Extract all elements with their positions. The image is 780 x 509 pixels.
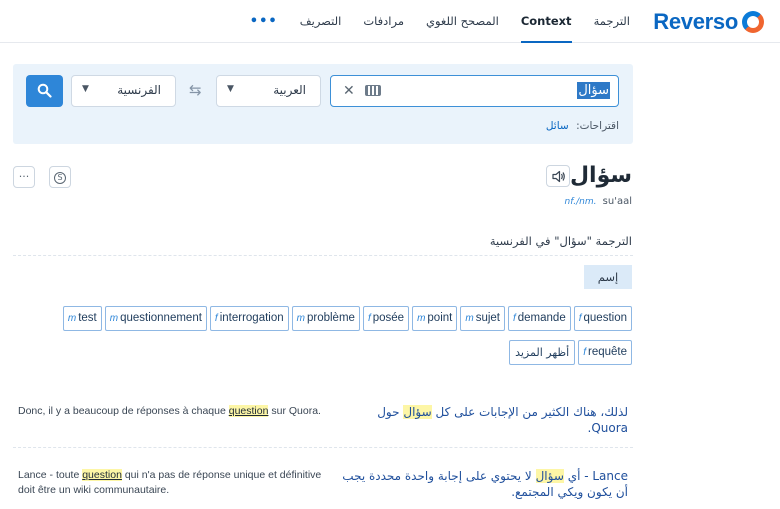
gender-tag: f [512, 313, 516, 324]
speaker-icon [552, 170, 565, 183]
target-language-label: الفرنسية [117, 83, 161, 97]
nav-conjugation[interactable]: التصريف [300, 0, 342, 43]
example-highlight[interactable]: question [228, 405, 269, 417]
gender-tag: m [417, 313, 426, 324]
gender-tag: f [578, 313, 582, 324]
search-button[interactable] [26, 75, 63, 107]
example-highlight: سؤال [535, 469, 564, 483]
clear-icon[interactable]: ✕ [343, 82, 355, 100]
example-translation: Lance - أي سؤال لا يحتوي على إجابة واحدة… [338, 468, 628, 500]
gender-tag: f [214, 313, 218, 324]
reverso-logo[interactable]: Reverso [653, 9, 764, 35]
translation-word: test [78, 312, 97, 324]
gender-tag: m [67, 313, 77, 324]
nav-context[interactable]: Context [520, 0, 572, 43]
example-highlight[interactable]: question [82, 469, 122, 481]
example-row: Donc, il y a beaucoup de réponses à chaq… [13, 400, 633, 448]
translation-word: posée [372, 312, 405, 324]
keyboard-icon[interactable] [365, 85, 381, 96]
part-of-speech-tag: nf./nm. [564, 197, 597, 207]
translations-row: f requête أظهر المزيد [509, 340, 632, 365]
translation-word: requête [587, 346, 627, 358]
suggestion-link[interactable]: سائل [546, 120, 569, 132]
example-source: Lance - toute question qui n'a pas de ré… [18, 468, 338, 498]
example-text: Donc, il y a beaucoup de réponses à chaq… [18, 405, 229, 417]
suggestions: اقتراحات: سائل [546, 120, 619, 132]
translation-chip[interactable]: m sujet [460, 306, 505, 331]
translation-word: problème [306, 312, 355, 324]
pos-badge[interactable]: إسم [584, 265, 632, 289]
reverso-logo-icon [742, 11, 764, 33]
more-options-button[interactable]: ··· [13, 166, 35, 188]
example-text: لذلك، هناك الكثير من الإجابات على كل [431, 405, 628, 419]
translation-chip[interactable]: m problème [291, 306, 360, 331]
nav-translation[interactable]: الترجمة [594, 0, 630, 43]
translation-chip[interactable]: f posée [362, 306, 410, 331]
top-bar: Reverso الترجمة Context المصحح اللغوي مر… [0, 0, 780, 43]
example-translation: لذلك، هناك الكثير من الإجابات على كل سؤا… [338, 404, 628, 436]
translation-chip[interactable]: m point [412, 306, 458, 331]
phonetic: nf./nm. su'aal [565, 196, 632, 207]
translation-chip[interactable]: m test [62, 306, 102, 331]
search-icon [37, 83, 52, 98]
search-panel: سؤال ✕ العربية ▼ ⇆ الفرنسية ▼ اقتراحات: … [13, 64, 633, 144]
translations-row: f question f demande m sujet m point f posée … [62, 306, 632, 331]
gender-tag: f [367, 313, 371, 324]
source-language-label: العربية [273, 83, 306, 97]
example-highlight: سؤال [403, 405, 432, 419]
translation-chip[interactable]: m questionnement [104, 306, 207, 331]
translation-word: demande [517, 312, 566, 324]
translation-word: questionnement [120, 312, 202, 324]
example-source: Donc, il y a beaucoup de réponses à chaq… [18, 404, 338, 419]
logo-text: Reverso [653, 9, 738, 34]
nav-synonyms[interactable]: مرادفات [363, 0, 404, 43]
translation-word: interrogation [219, 312, 284, 324]
example-text: Lance - toute [18, 469, 83, 481]
source-language-select[interactable]: العربية ▼ [216, 75, 321, 107]
chevron-down-icon: ▼ [227, 84, 234, 94]
example-text: Lance - أي [563, 469, 628, 483]
gender-tag: m [296, 313, 305, 324]
translation-word: question [583, 312, 627, 324]
search-query[interactable]: سؤال [577, 82, 610, 99]
translations-section-title: الترجمة "سؤال" في الفرنسية [489, 234, 632, 248]
divider [13, 255, 633, 256]
translation-chip[interactable]: f interrogation [209, 306, 289, 331]
target-language-select[interactable]: الفرنسية ▼ [71, 75, 176, 107]
s-circle-icon: S [54, 172, 66, 184]
translation-chip[interactable]: f demande [507, 306, 571, 331]
example-text: sur Quora. [268, 405, 321, 417]
search-input[interactable]: سؤال ✕ [330, 75, 619, 107]
nav-grammar-check[interactable]: المصحح اللغوي [426, 0, 499, 43]
synonyms-button[interactable]: S [49, 166, 71, 188]
gender-tag: f [583, 347, 586, 358]
pronounce-button[interactable] [546, 165, 570, 187]
translation-word: sujet [475, 312, 500, 324]
chevron-down-icon: ▼ [82, 84, 89, 94]
nav-more-button[interactable]: ••• [250, 0, 278, 43]
show-more-button[interactable]: أظهر المزيد [509, 340, 576, 365]
translation-chip[interactable]: f requête [578, 340, 632, 365]
main-nav: الترجمة Context المصحح اللغوي مرادفات ال… [250, 0, 630, 43]
gender-tag: m [109, 313, 119, 324]
translation-chip[interactable]: f question [573, 306, 632, 331]
example-row: Lance - toute question qui n'a pas de ré… [13, 464, 633, 509]
entry-word: سؤال [569, 163, 632, 188]
swap-languages-icon[interactable]: ⇆ [189, 81, 202, 99]
transliteration: su'aal [602, 196, 632, 207]
suggestions-label: اقتراحات: [576, 120, 619, 132]
gender-tag: m [465, 313, 474, 324]
translation-word: point [427, 312, 453, 324]
